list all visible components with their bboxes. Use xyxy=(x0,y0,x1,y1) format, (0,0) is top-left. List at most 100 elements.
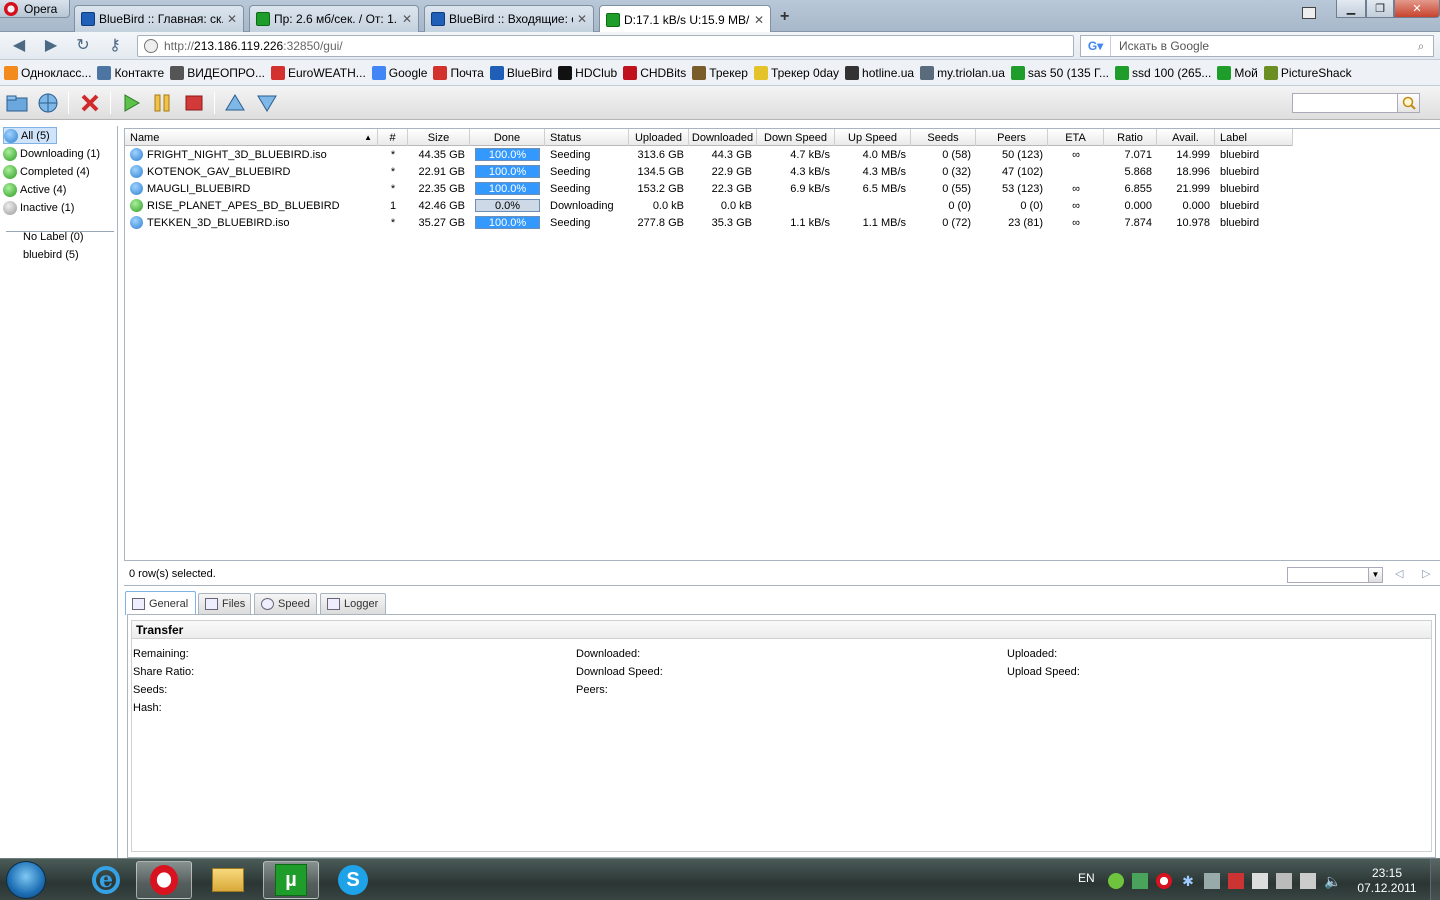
column-header-num[interactable]: # xyxy=(378,129,408,146)
tray-opera-icon[interactable] xyxy=(1156,873,1172,889)
key-wand-icon[interactable]: ⚷ xyxy=(106,37,124,55)
category-active[interactable]: Active (4) xyxy=(3,181,70,198)
volume-icon[interactable]: 🔈 xyxy=(1324,873,1341,889)
bookmark-item[interactable]: BlueBird xyxy=(489,65,552,80)
opera-menu-button[interactable]: Opera xyxy=(0,0,70,18)
taskbar-explorer[interactable] xyxy=(200,861,256,899)
category-all[interactable]: All (5) xyxy=(3,127,57,144)
stop-icon[interactable] xyxy=(183,93,205,113)
tab-general[interactable]: General xyxy=(125,591,196,615)
add-torrent-folder-icon[interactable] xyxy=(6,93,28,113)
column-header-size[interactable]: Size xyxy=(408,129,470,146)
tab-close-icon[interactable]: ✕ xyxy=(402,12,412,26)
category-inactive[interactable]: Inactive (1) xyxy=(3,199,78,216)
windows-start-icon[interactable] xyxy=(6,861,46,899)
taskbar-internet-explorer[interactable]: e xyxy=(78,861,134,899)
remove-torrent-icon[interactable] xyxy=(79,93,101,113)
bookmark-item[interactable]: CHDBits xyxy=(623,65,686,80)
google-engine-icon[interactable]: G▾ xyxy=(1081,36,1111,56)
column-header-eta[interactable]: ETA xyxy=(1048,129,1104,146)
system-clock[interactable]: 23:15 07.12.2011 xyxy=(1352,866,1422,896)
bookmark-item[interactable]: Трекер 0day xyxy=(753,65,839,80)
category-downloading[interactable]: Downloading (1) xyxy=(3,145,104,162)
bookmark-item[interactable]: HDClub xyxy=(558,65,617,80)
site-info-globe-icon[interactable] xyxy=(144,39,158,53)
tray-device-icon[interactable] xyxy=(1204,873,1220,889)
back-arrow-icon[interactable]: ◀ xyxy=(10,37,28,55)
start-play-icon[interactable] xyxy=(120,93,142,113)
bookmark-item[interactable]: ВИДЕОПРО... xyxy=(170,65,265,80)
column-header-down-speed[interactable]: Down Speed xyxy=(757,129,835,146)
bookmark-item[interactable]: Google xyxy=(371,65,427,80)
tab-close-icon[interactable]: ✕ xyxy=(754,13,764,27)
google-search-box[interactable]: G▾ Искать в Google ⌕ xyxy=(1080,35,1434,57)
torrent-row[interactable]: TEKKEN_3D_BLUEBIRD.iso * 35.27 GB 100.0% See… xyxy=(125,214,1293,231)
tab-close-icon[interactable]: ✕ xyxy=(227,12,237,26)
taskbar-opera[interactable] xyxy=(136,861,192,899)
tab-logger[interactable]: Logger xyxy=(320,593,386,614)
search-magnifier-icon[interactable]: ⌕ xyxy=(1409,39,1433,54)
bookmark-item[interactable]: Однокласс... xyxy=(4,65,91,80)
bookmark-item[interactable]: Мой xyxy=(1217,65,1258,80)
address-bar[interactable]: http://213.186.119.226:32850/gui/ xyxy=(137,35,1074,57)
browser-tab-1[interactable]: BlueBird :: Главная: ск... ✕ xyxy=(74,5,244,32)
taskbar-skype[interactable]: S xyxy=(325,861,381,899)
bookmark-item[interactable]: Контакте xyxy=(97,65,164,80)
new-tab-plus-icon[interactable]: + xyxy=(780,8,789,26)
move-up-queue-icon[interactable] xyxy=(224,93,246,113)
column-header-up-speed[interactable]: Up Speed xyxy=(835,129,911,146)
reload-icon[interactable]: ↻ xyxy=(74,37,92,55)
bookmark-item[interactable]: my.triolan.ua xyxy=(920,65,1005,80)
taskbar-utorrent[interactable]: µ xyxy=(263,861,319,899)
column-header-label[interactable]: Label xyxy=(1215,129,1293,146)
show-desktop-button[interactable] xyxy=(1430,859,1440,900)
tray-clipboard-icon[interactable] xyxy=(1252,873,1268,889)
tab-cascade-icon[interactable] xyxy=(1302,7,1316,19)
tray-warning-icon[interactable] xyxy=(1228,873,1244,889)
page-select-dropdown[interactable]: ▼ xyxy=(1287,567,1383,583)
browser-tab-2[interactable]: Пр: 2.6 мб/сек. / От: 1... ✕ xyxy=(249,5,419,32)
label-no-label[interactable]: No Label (0) xyxy=(23,231,84,243)
torrent-search-input[interactable] xyxy=(1292,93,1398,113)
add-url-globe-icon[interactable] xyxy=(37,93,59,113)
bookmark-item[interactable]: sas 50 (135 Г... xyxy=(1010,65,1109,80)
bookmark-item[interactable]: Почта xyxy=(433,65,484,80)
bookmark-item[interactable]: Трекер xyxy=(692,65,748,80)
next-page-icon[interactable]: ▷ xyxy=(1422,567,1430,580)
column-header-ratio[interactable]: Ratio xyxy=(1104,129,1157,146)
forward-arrow-icon[interactable]: ▶ xyxy=(42,37,60,55)
tray-app-icon[interactable] xyxy=(1108,873,1124,889)
bookmark-item[interactable]: EuroWEATH... xyxy=(270,65,366,80)
tab-files[interactable]: Files xyxy=(198,593,251,614)
prev-page-icon[interactable]: ◁ xyxy=(1395,567,1403,580)
bookmark-item[interactable]: ssd 100 (265... xyxy=(1114,65,1211,80)
close-window-button[interactable]: ✕ xyxy=(1394,0,1440,18)
tray-utorrent-icon[interactable] xyxy=(1132,873,1148,889)
tab-close-icon[interactable]: ✕ xyxy=(577,12,587,26)
torrent-row[interactable]: MAUGLI_BLUEBIRD * 22.35 GB 100.0% Seeding 153… xyxy=(125,180,1293,197)
column-header-downloaded[interactable]: Downloaded xyxy=(689,129,757,146)
restore-button[interactable]: ❐ xyxy=(1366,0,1394,18)
column-header-peers[interactable]: Peers xyxy=(976,129,1048,146)
tray-usb-icon[interactable] xyxy=(1276,873,1292,889)
column-header-done[interactable]: Done xyxy=(470,129,545,146)
column-header-avail-[interactable]: Avail. xyxy=(1157,129,1215,146)
minimize-button[interactable]: ▁ xyxy=(1336,0,1366,18)
column-header-uploaded[interactable]: Uploaded xyxy=(629,129,689,146)
column-header-status[interactable]: Status xyxy=(545,129,629,146)
category-completed[interactable]: Completed (4) xyxy=(3,163,94,180)
torrent-row[interactable]: RISE_PLANET_APES_BD_BLUEBIRD 1 42.46 GB 0.0… xyxy=(125,197,1293,214)
browser-tab-4-active[interactable]: D:17.1 kB/s U:15.9 MB/... ✕ xyxy=(599,5,771,33)
move-down-queue-icon[interactable] xyxy=(256,93,278,113)
bluetooth-icon[interactable]: ✱ xyxy=(1180,873,1196,889)
torrent-row[interactable]: FRIGHT_NIGHT_3D_BLUEBIRD.iso * 44.35 GB 100… xyxy=(125,146,1293,163)
torrent-search-magnifier-icon[interactable] xyxy=(1398,93,1420,113)
pause-icon[interactable] xyxy=(151,93,173,113)
network-icon[interactable] xyxy=(1300,873,1316,889)
column-header-name[interactable]: Name ▲ xyxy=(125,129,378,146)
bookmark-item[interactable]: hotline.ua xyxy=(845,65,914,80)
column-header-seeds[interactable]: Seeds xyxy=(911,129,976,146)
browser-tab-3[interactable]: BlueBird :: Входящие: с... ✕ xyxy=(424,5,594,32)
torrent-row[interactable]: KOTENOK_GAV_BLUEBIRD * 22.91 GB 100.0% Seedi… xyxy=(125,163,1293,180)
input-language-indicator[interactable]: EN xyxy=(1078,871,1095,885)
